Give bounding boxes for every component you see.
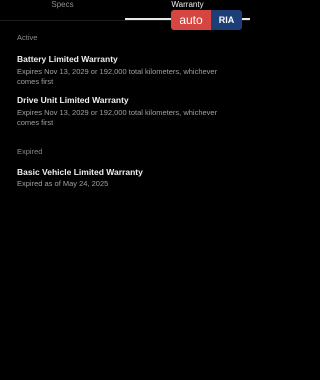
tab-specs[interactable]: Specs [0, 0, 125, 20]
warranty-title-battery: Battery Limited Warranty [17, 54, 118, 64]
watermark-auto-part: auto [171, 10, 211, 30]
warranty-desc-battery: Expires Nov 13, 2029 or 192,000 total ki… [17, 67, 218, 86]
warranty-screen: Specs Warranty auto RIA Active Battery L… [0, 0, 250, 380]
warranty-title-drive-unit: Drive Unit Limited Warranty [17, 95, 129, 105]
auto-ria-watermark-logo: auto RIA [171, 10, 242, 30]
section-label-active: Active [17, 33, 38, 42]
section-label-expired: Expired [17, 147, 43, 156]
warranty-desc-drive-unit: Expires Nov 13, 2029 or 192,000 total ki… [17, 108, 218, 127]
warranty-title-basic-vehicle: Basic Vehicle Limited Warranty [17, 167, 143, 177]
warranty-desc-basic-vehicle: Expired as of May 24, 2025 [17, 179, 109, 188]
watermark-ria-part: RIA [211, 10, 242, 30]
